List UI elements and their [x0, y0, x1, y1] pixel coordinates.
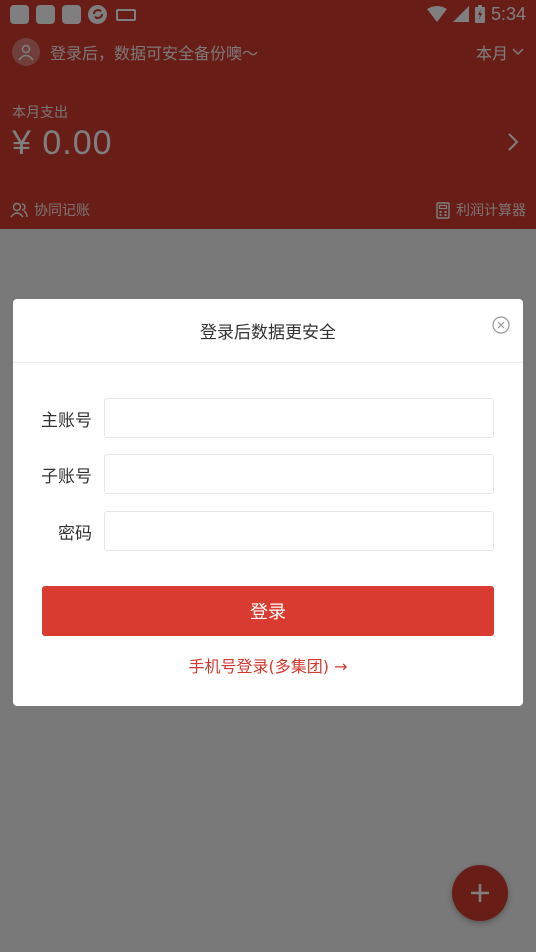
sub-account-input[interactable]: [104, 454, 494, 494]
main-account-row: 主账号: [13, 398, 523, 438]
main-account-label: 主账号: [41, 410, 92, 431]
password-input[interactable]: [104, 511, 494, 551]
password-row: 密码: [13, 511, 523, 551]
password-label: 密码: [58, 523, 92, 544]
arrow-right-icon: →: [334, 657, 348, 676]
dialog-title: 登录后数据更安全: [13, 299, 523, 363]
phone-login-link[interactable]: 手机号登录(多集团) →: [13, 653, 523, 677]
login-button[interactable]: 登录: [42, 586, 494, 636]
app-screen: 5:34 登录后，数据可安全备份噢～ 本月 本月支出 ¥ 0.00: [0, 0, 536, 952]
close-icon[interactable]: [492, 316, 510, 334]
login-dialog: 登录后数据更安全 主账号 子账号 密码 登录 手机号登录(多集团) →: [13, 299, 523, 706]
sub-account-label: 子账号: [41, 466, 92, 487]
phone-login-label: 手机号登录(多集团): [188, 657, 330, 676]
sub-account-row: 子账号: [13, 454, 523, 494]
main-account-input[interactable]: [104, 398, 494, 438]
